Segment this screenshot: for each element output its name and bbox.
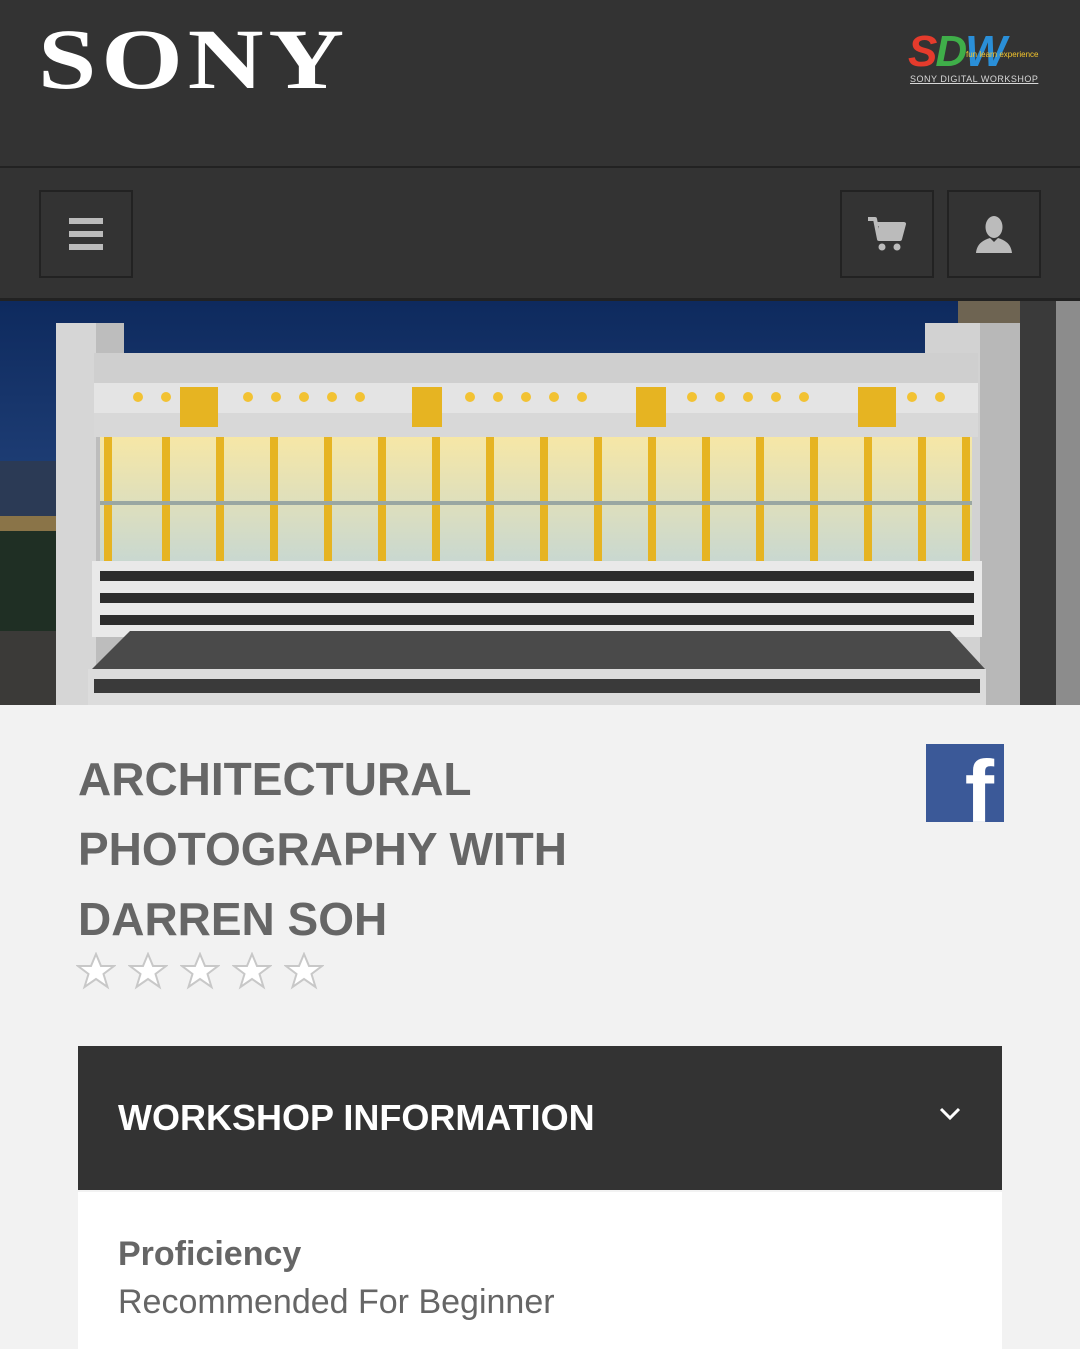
accordion-title: WORKSHOP INFORMATION xyxy=(118,1097,595,1138)
star-icon[interactable] xyxy=(180,952,220,990)
hamburger-menu-icon xyxy=(69,218,103,250)
menu-button[interactable] xyxy=(39,190,133,278)
title-line: DARREN SOH xyxy=(78,893,388,945)
workshop-title: ARCHITECTURAL PHOTOGRAPHY WITH DARREN SO… xyxy=(78,744,678,954)
sdw-logo[interactable]: SDW fun learn experience SONY DIGITAL WO… xyxy=(908,30,1039,86)
workshop-information-panel: Proficiency Recommended For Beginner xyxy=(78,1192,1002,1349)
facebook-icon: f xyxy=(964,744,994,823)
proficiency-value: Recommended For Beginner xyxy=(118,1283,555,1321)
cart-button[interactable] xyxy=(840,190,934,278)
sdw-logo-tagline: fun learn experience xyxy=(966,50,1039,59)
sony-logo[interactable]: SONY xyxy=(38,14,349,104)
workshop-information-accordion[interactable]: WORKSHOP INFORMATION xyxy=(78,1046,1002,1190)
star-icon[interactable] xyxy=(128,952,168,990)
top-header: SONY SDW fun learn experience SONY DIGIT… xyxy=(0,0,1080,166)
chevron-down-icon xyxy=(939,1107,961,1121)
proficiency-label: Proficiency xyxy=(118,1235,302,1273)
nav-bar xyxy=(0,168,1080,300)
hero-image xyxy=(0,301,1080,705)
star-icon[interactable] xyxy=(232,952,272,990)
star-icon[interactable] xyxy=(284,952,324,990)
shopping-cart-icon xyxy=(868,217,906,251)
account-button[interactable] xyxy=(947,190,1041,278)
facebook-share-button[interactable]: f xyxy=(926,744,1004,822)
title-line: ARCHITECTURAL xyxy=(78,753,472,805)
sdw-logo-subtitle: SONY DIGITAL WORKSHOP xyxy=(910,74,1039,84)
rating-stars[interactable] xyxy=(76,952,324,990)
user-account-icon xyxy=(976,216,1012,253)
star-icon[interactable] xyxy=(76,952,116,990)
title-line: PHOTOGRAPHY WITH xyxy=(78,823,567,875)
